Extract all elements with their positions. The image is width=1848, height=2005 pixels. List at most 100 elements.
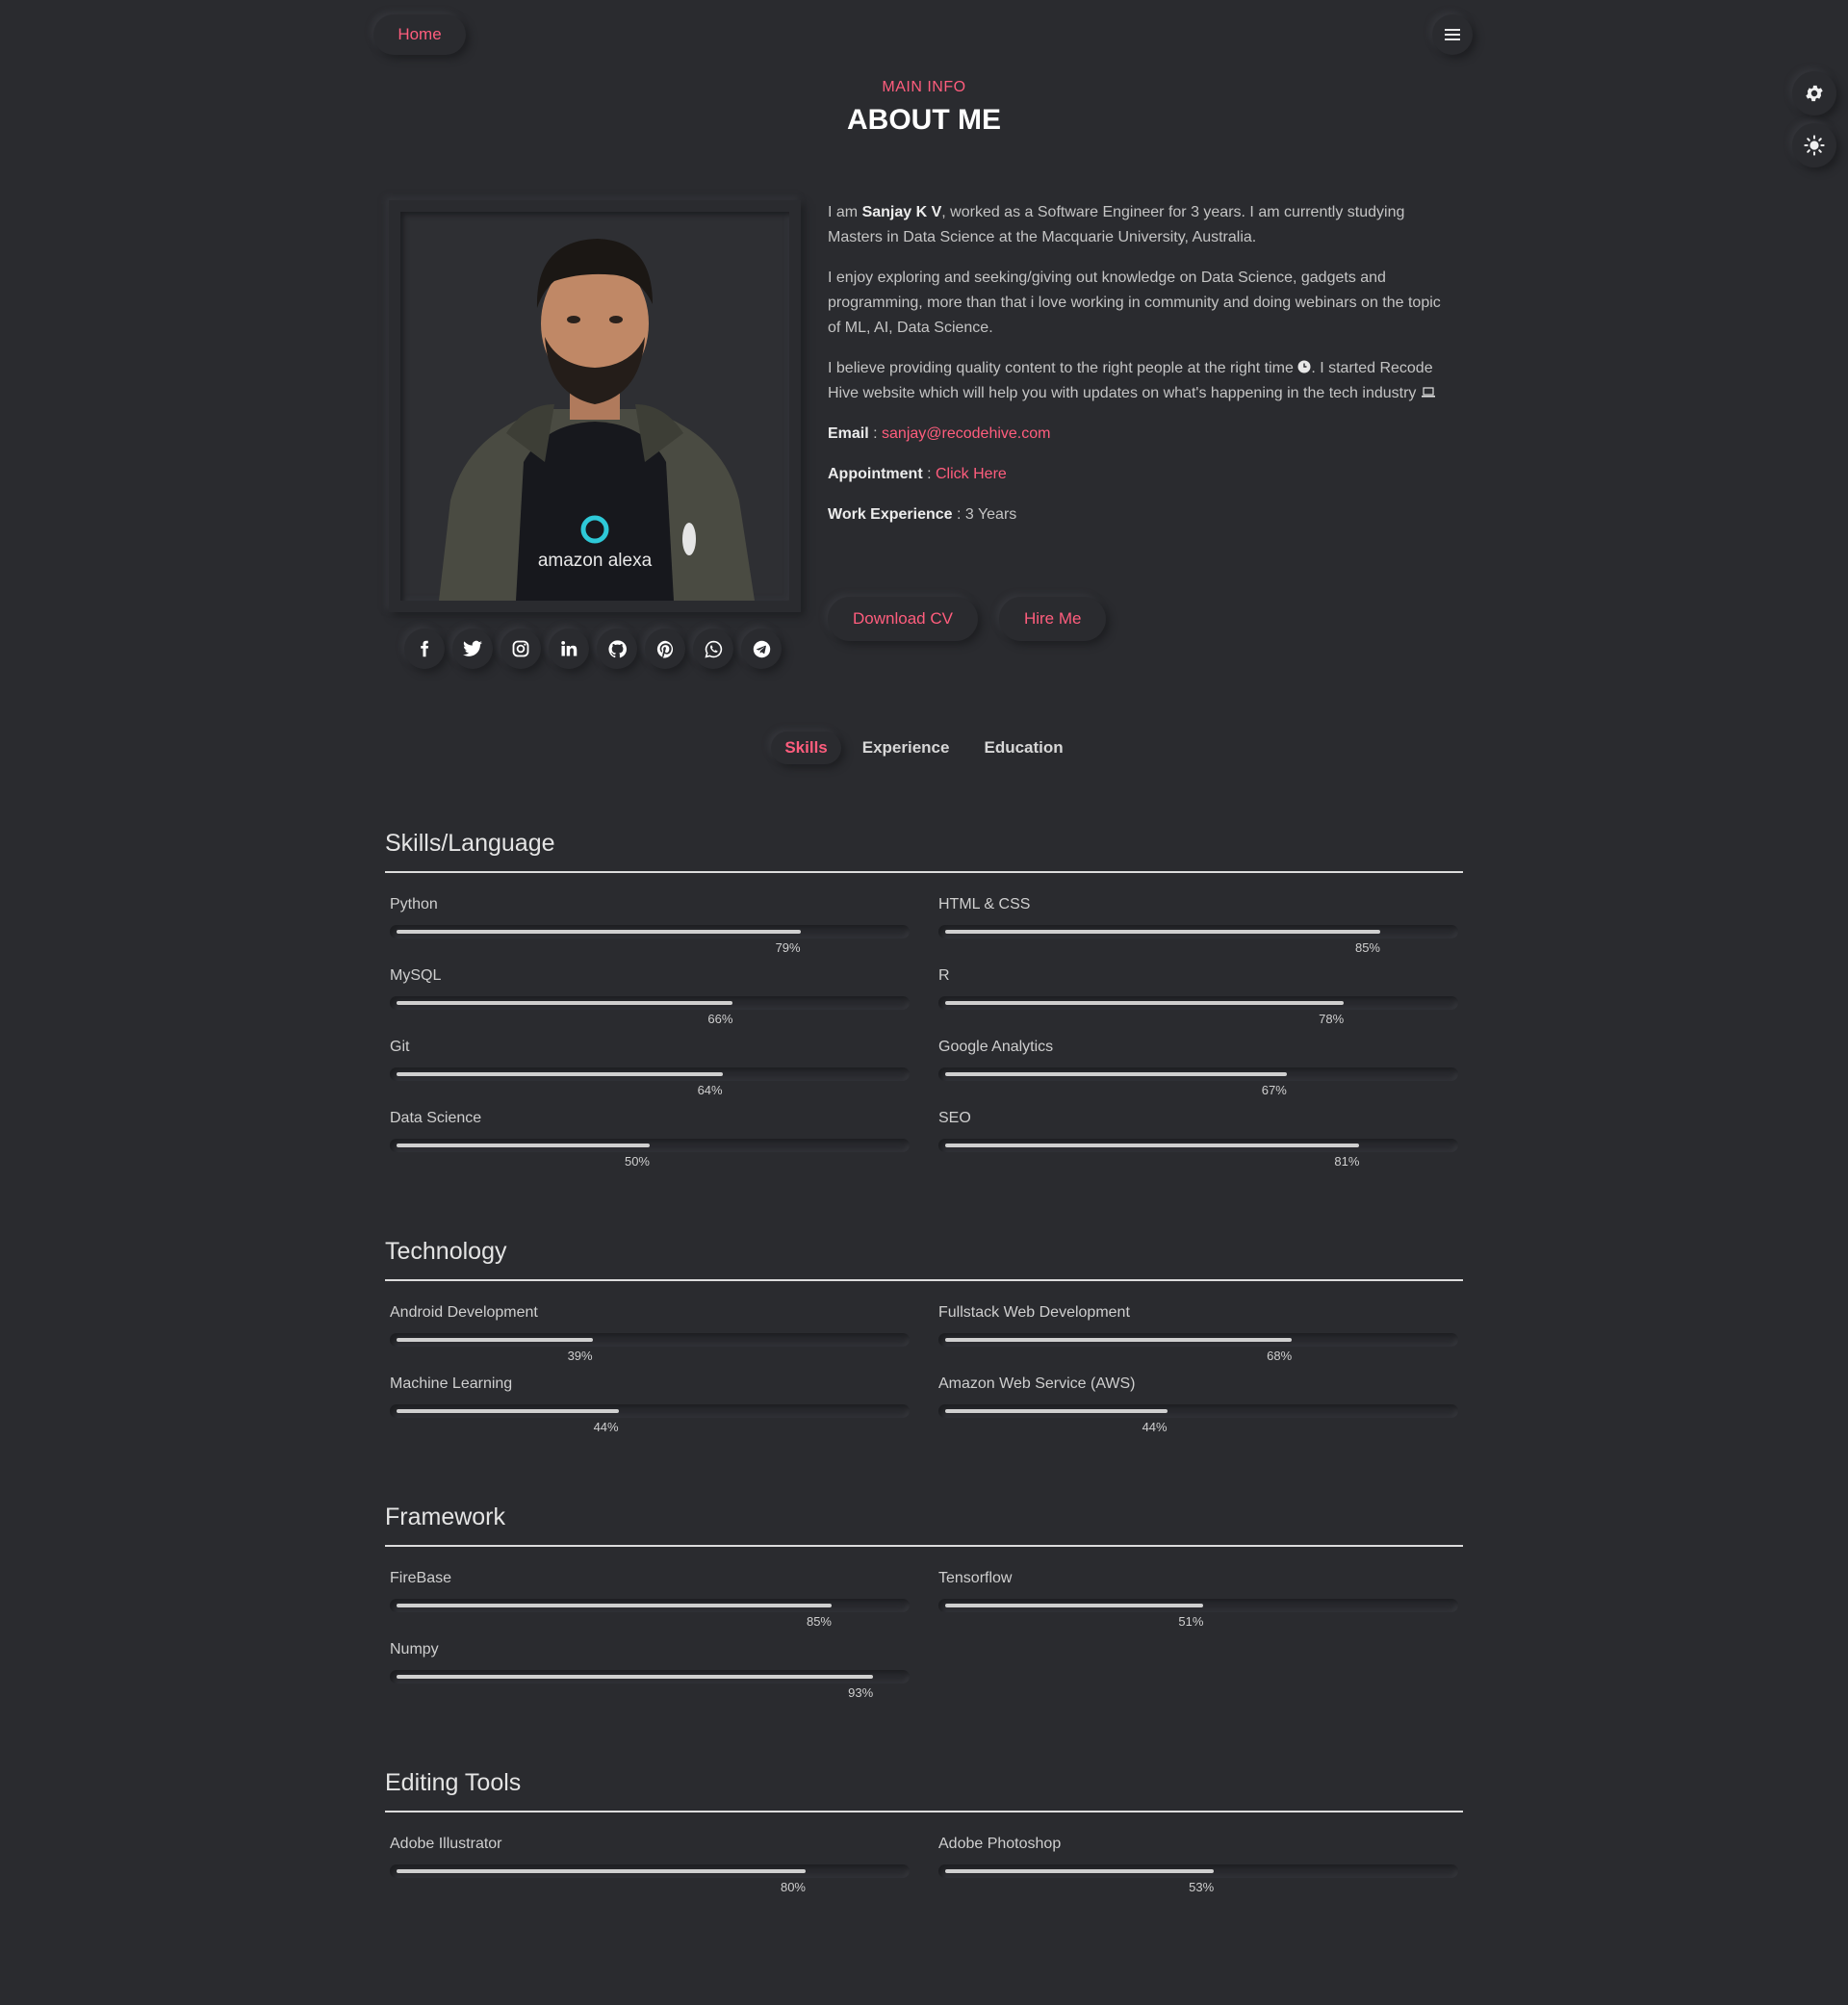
- social-links: [404, 629, 782, 669]
- facebook-icon: [421, 640, 429, 657]
- skill-item-data-science: Data Science 50%: [390, 1110, 910, 1181]
- skill-progress-fill: [397, 1604, 832, 1607]
- skill-item-adobe-photoshop: Adobe Photoshop 53%: [938, 1836, 1458, 1907]
- bio-name: Sanjay K V: [861, 204, 942, 220]
- skill-item-fullstack-web-development: Fullstack Web Development 68%: [938, 1304, 1458, 1375]
- skill-progress-track: [390, 996, 910, 1010]
- skill-percent: 44%: [1142, 1420, 1168, 1434]
- skill-item-git: Git 64%: [390, 1039, 910, 1110]
- download-cv-button[interactable]: Download CV: [828, 597, 978, 641]
- skill-progress-track: [390, 1139, 910, 1152]
- skill-progress-track: [390, 1333, 910, 1347]
- pinterest-link[interactable]: [645, 629, 685, 669]
- skill-item-tensorflow: Tensorflow 51%: [938, 1570, 1458, 1641]
- skill-name: Tensorflow: [938, 1570, 1013, 1586]
- skill-item-firebase: FireBase 85%: [390, 1570, 910, 1641]
- skill-percent: 79%: [775, 940, 801, 955]
- twitter-link[interactable]: [452, 629, 493, 669]
- home-button[interactable]: Home: [373, 14, 466, 55]
- skill-name: SEO: [938, 1110, 971, 1126]
- skill-name: Python: [390, 896, 438, 913]
- section-title: Technology: [385, 1238, 1463, 1281]
- section-subtitle: MAIN INFO: [882, 79, 966, 95]
- section-skills-language: Skills/Language Python 79% HTML & CSS 85% MyS…: [385, 830, 1463, 1181]
- skill-name: Google Analytics: [938, 1039, 1054, 1055]
- telegram-icon: [753, 640, 770, 657]
- hire-me-button[interactable]: Hire Me: [998, 597, 1107, 641]
- skill-percent: 50%: [624, 1154, 650, 1169]
- skill-item-adobe-illustrator: Adobe Illustrator 80%: [390, 1836, 910, 1907]
- skill-progress-fill: [945, 1144, 1360, 1147]
- skill-progress-track: [938, 996, 1458, 1010]
- skill-progress-track: [938, 1404, 1458, 1418]
- tab-education[interactable]: Education: [970, 732, 1076, 764]
- resume-tabs: Skills Experience Education: [0, 732, 1848, 764]
- skill-percent: 85%: [806, 1614, 832, 1629]
- twitter-icon: [463, 640, 482, 656]
- pinterest-icon: [656, 640, 673, 658]
- clock-icon: [1297, 360, 1311, 373]
- skill-progress-fill: [945, 1869, 1215, 1873]
- tab-skills[interactable]: Skills: [771, 732, 841, 764]
- sun-icon: [1804, 135, 1825, 156]
- whatsapp-icon: [704, 640, 722, 658]
- linkedin-link[interactable]: [549, 629, 589, 669]
- laptop-icon: [1421, 387, 1435, 398]
- skill-item-google-analytics: Google Analytics 67%: [938, 1039, 1458, 1110]
- skill-percent: 85%: [1354, 940, 1380, 955]
- skill-name: Data Science: [390, 1110, 482, 1126]
- menu-button[interactable]: [1432, 14, 1473, 55]
- tab-experience[interactable]: Experience: [849, 732, 963, 764]
- experience-row: Work Experience : 3 Years: [828, 506, 1017, 523]
- whatsapp-link[interactable]: [693, 629, 733, 669]
- section-framework: Framework FireBase 85% Tensorflow 51% Numpy 93…: [385, 1504, 1463, 1712]
- skill-percent: 39%: [567, 1349, 593, 1363]
- facebook-link[interactable]: [404, 629, 445, 669]
- skill-grid: FireBase 85% Tensorflow 51% Numpy 93%: [385, 1570, 1463, 1712]
- skill-item-r: R 78%: [938, 967, 1458, 1039]
- skill-percent: 80%: [780, 1880, 806, 1894]
- profile-photo-frame: amazon alexa: [389, 200, 801, 612]
- skill-item-html-css: HTML & CSS 85%: [938, 896, 1458, 967]
- skill-progress-track: [390, 1404, 910, 1418]
- skill-item-amazon-web-service-aws: Amazon Web Service (AWS) 44%: [938, 1375, 1458, 1447]
- skill-name: Numpy: [390, 1641, 439, 1658]
- skill-name: MySQL: [390, 967, 442, 984]
- appointment-link[interactable]: Click Here: [936, 466, 1007, 482]
- email-row: Email : sanjay@recodehive.com: [828, 425, 1051, 442]
- skill-percent: 66%: [707, 1012, 733, 1026]
- instagram-icon: [512, 640, 529, 657]
- section-technology: Technology Android Development 39% Fullstac…: [385, 1238, 1463, 1447]
- skill-percent: 53%: [1189, 1880, 1215, 1894]
- section-editing-tools: Editing Tools Adobe Illustrator 80% Adobe P…: [385, 1769, 1463, 1907]
- section-title: Framework: [385, 1504, 1463, 1547]
- skill-name: R: [938, 967, 950, 984]
- skill-progress-track: [938, 1864, 1458, 1878]
- skill-name: Fullstack Web Development: [938, 1304, 1130, 1321]
- skill-percent: 78%: [1319, 1012, 1345, 1026]
- email-link[interactable]: sanjay@recodehive.com: [882, 425, 1050, 442]
- telegram-link[interactable]: [741, 629, 782, 669]
- section-title: Editing Tools: [385, 1769, 1463, 1812]
- skill-percent: 44%: [593, 1420, 619, 1434]
- github-link[interactable]: [597, 629, 637, 669]
- skill-progress-fill: [945, 930, 1380, 934]
- skill-progress-fill: [945, 1001, 1345, 1005]
- skill-item-machine-learning: Machine Learning 44%: [390, 1375, 910, 1447]
- skill-progress-fill: [397, 1409, 619, 1413]
- skill-item-mysql: MySQL 66%: [390, 967, 910, 1039]
- bio: I am Sanjay K V, worked as a Software En…: [828, 200, 1449, 543]
- skill-name: Android Development: [390, 1304, 538, 1321]
- section-title: Skills/Language: [385, 830, 1463, 873]
- skill-progress-fill: [397, 930, 801, 934]
- profile-photo: amazon alexa: [400, 212, 789, 601]
- skill-progress-fill: [945, 1409, 1168, 1413]
- skill-progress-track: [390, 1864, 910, 1878]
- skill-progress-track: [390, 1067, 910, 1081]
- skill-progress-track: [938, 1599, 1458, 1612]
- skill-percent: 64%: [697, 1083, 723, 1097]
- instagram-link[interactable]: [500, 629, 541, 669]
- skill-percent: 81%: [1334, 1154, 1360, 1169]
- skill-percent: 93%: [848, 1685, 874, 1700]
- bio-interests: I enjoy exploring and seeking/giving out…: [828, 270, 1441, 336]
